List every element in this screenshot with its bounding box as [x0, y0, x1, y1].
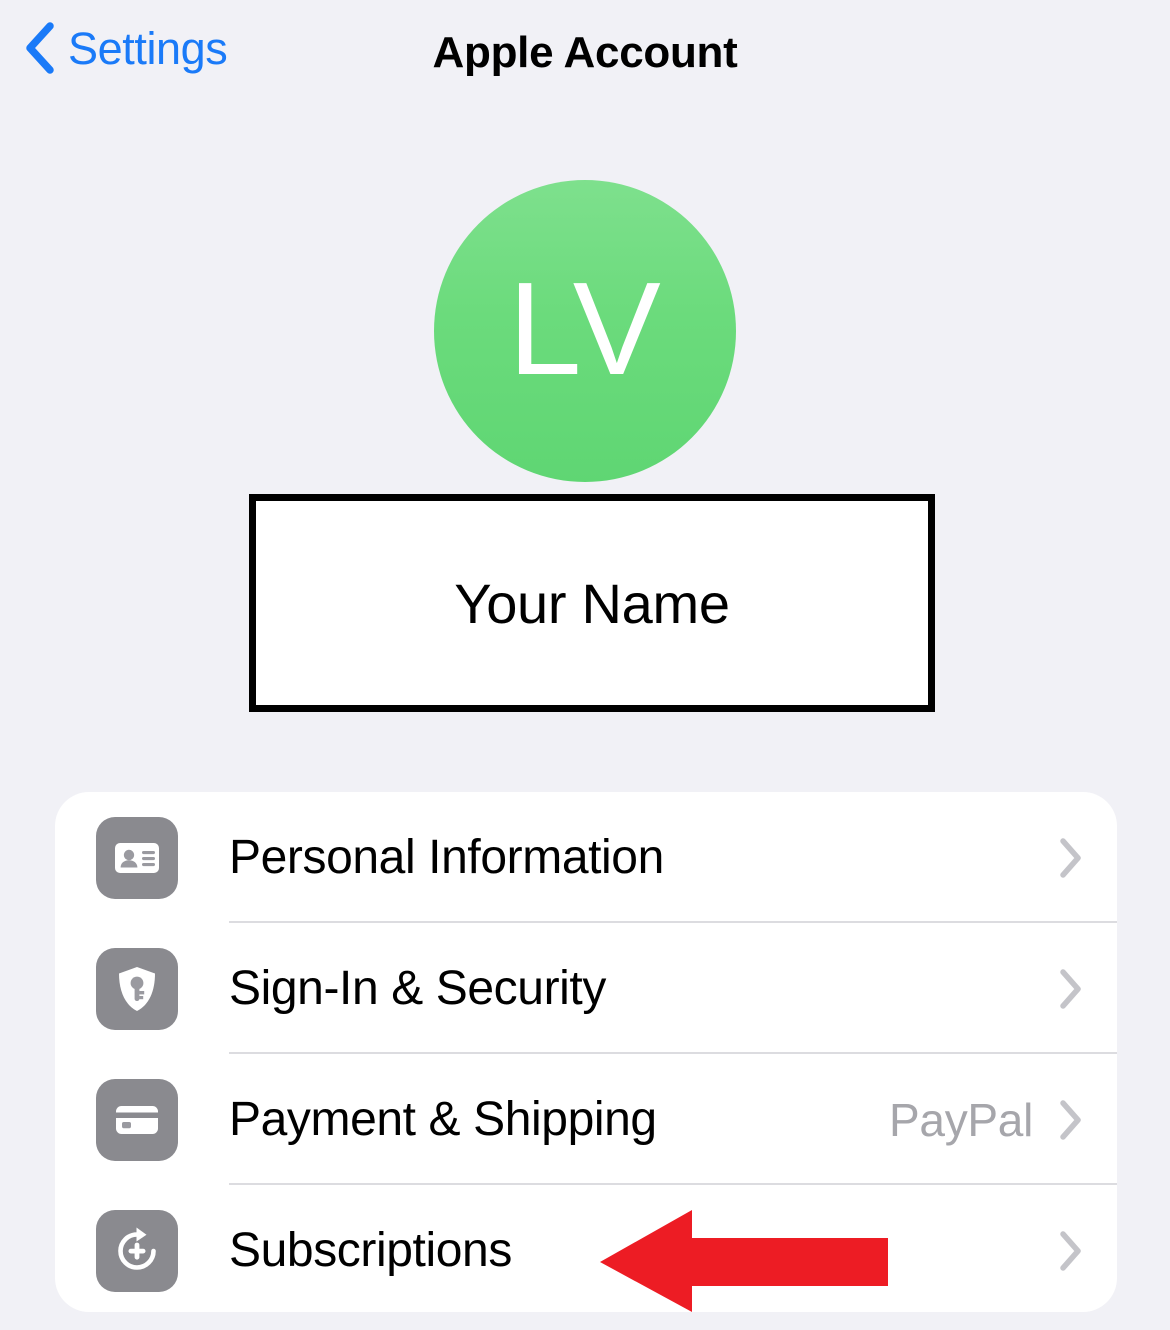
list-item-payment-and-shipping[interactable]: Payment & Shipping PayPal [55, 1054, 1117, 1185]
list-item-value: PayPal [889, 1093, 1033, 1146]
navigation-bar: Settings Apple Account [0, 0, 1170, 118]
subscription-renew-icon [96, 1209, 178, 1292]
account-name-label: Your Name [454, 571, 730, 635]
list-item-sign-in-and-security[interactable]: Sign-In & Security [55, 923, 1117, 1054]
list-item-personal-information[interactable]: Personal Information [55, 792, 1117, 923]
list-item-subscriptions[interactable]: Subscriptions [55, 1185, 1117, 1312]
list-item-label: Personal Information [229, 831, 664, 884]
chevron-right-icon [1060, 1099, 1081, 1140]
account-name-box: Your Name [249, 494, 935, 712]
list-item-label: Subscriptions [229, 1224, 512, 1277]
chevron-right-icon [1060, 968, 1081, 1009]
chevron-right-icon [1060, 1230, 1081, 1271]
avatar-initials: LV [508, 255, 662, 402]
list-item-label: Sign-In & Security [229, 962, 606, 1015]
account-settings-list: Personal Information Sign-In & Security [55, 792, 1117, 1312]
shield-key-icon [96, 947, 178, 1030]
avatar[interactable]: LV [434, 180, 736, 482]
chevron-right-icon [1060, 837, 1081, 878]
contact-card-icon [96, 816, 178, 899]
list-item-label: Payment & Shipping [229, 1093, 657, 1146]
page-title: Apple Account [432, 28, 738, 77]
apple-account-settings-screen: Settings Apple Account LV Your Name Pers… [0, 0, 1170, 1330]
credit-card-icon [96, 1078, 178, 1161]
